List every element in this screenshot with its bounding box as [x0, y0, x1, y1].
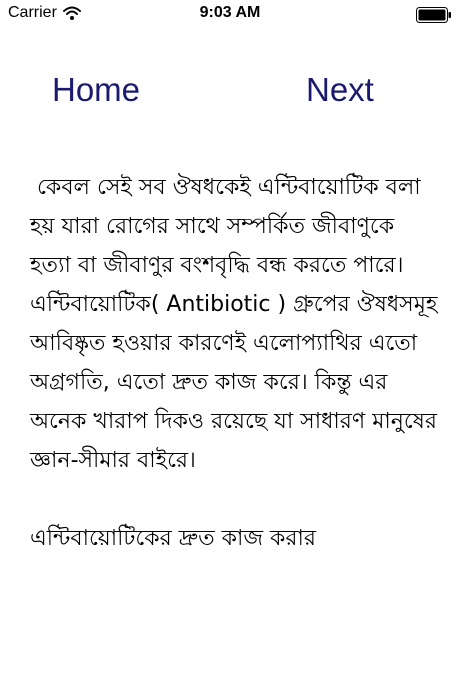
article-text: কেবল সেই সব ঔষধকেই এন্টিবায়োটিক বলা হয়…: [30, 168, 440, 597]
status-time: 9:03 AM: [199, 4, 261, 21]
next-button[interactable]: Next: [306, 66, 374, 114]
article-paragraph: এন্টিবায়োটিকের দ্রুত কাজ করার: [30, 526, 317, 551]
navigation-bar: Home Next: [0, 66, 460, 116]
status-bar: Carrier 9:03 AM: [0, 0, 460, 30]
battery-icon: [416, 7, 451, 23]
home-button[interactable]: Home: [52, 66, 140, 114]
article-paragraph: কেবল সেই সব ঔষধকেই এন্টিবায়োটিক বলা হয়…: [30, 175, 445, 473]
